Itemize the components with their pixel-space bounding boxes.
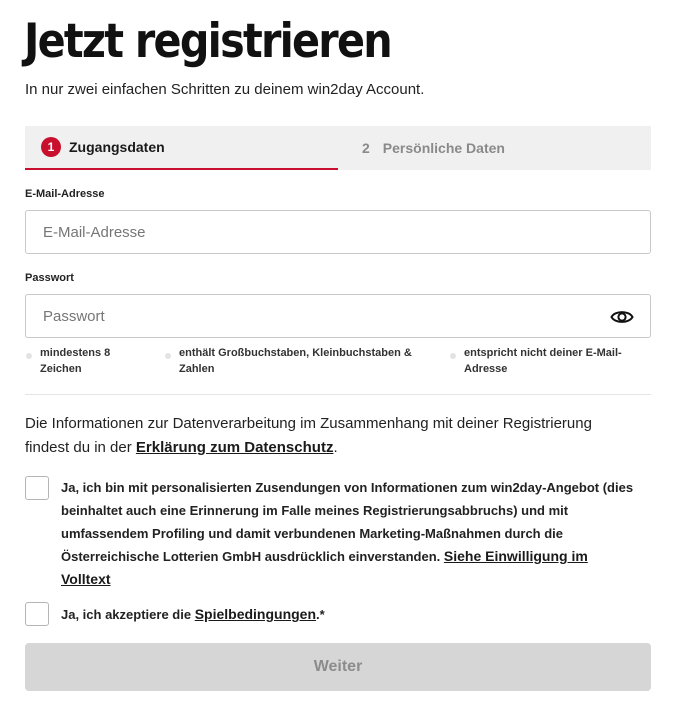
rule-status-dot [165, 353, 171, 359]
consent-fulltext-link-cont[interactable]: Volltext [61, 571, 111, 587]
marketing-consent-checkbox[interactable] [25, 476, 49, 500]
password-field-wrapper [25, 294, 651, 338]
step-number-badge: 1 [41, 137, 61, 157]
password-rule-length: mindestens 8 Zeichen [26, 345, 160, 377]
page-subtitle: In nur zwei einfachen Schritten zu deine… [25, 81, 425, 98]
password-rules: mindestens 8 Zeichen enthält Großbuchstab… [25, 345, 651, 385]
email-field-wrapper [25, 210, 651, 254]
privacy-policy-link[interactable]: Erklärung zum Datenschutz [136, 439, 334, 456]
step-zugangsdaten[interactable]: 1 Zugangsdaten [25, 126, 338, 170]
divider [25, 394, 651, 395]
marketing-consent-text: Ja, ich bin mit personalisierten Zusendu… [61, 480, 634, 587]
password-field[interactable] [43, 295, 650, 337]
step-number: 2 [362, 140, 370, 156]
continue-button[interactable]: Weiter [25, 643, 651, 691]
email-label: E-Mail-Adresse [25, 188, 105, 200]
step-persoenliche-daten[interactable]: 2 Persönliche Daten [338, 126, 651, 170]
rule-status-dot [26, 353, 32, 359]
password-label: Passwort [25, 272, 74, 284]
step-label: Zugangsdaten [69, 139, 165, 155]
registration-stepper: 1 Zugangsdaten 2 Persönliche Daten [25, 126, 651, 170]
terms-consent-checkbox[interactable] [25, 602, 49, 626]
eye-icon[interactable] [610, 306, 634, 328]
step-label: Persönliche Daten [382, 140, 505, 156]
terms-consent-text: Ja, ich akzeptiere die Spielbedingungen.… [61, 606, 325, 622]
page-title: Jetzt registrieren [24, 14, 393, 69]
privacy-info: Die Informationen zur Datenverarbeitung … [25, 415, 592, 456]
rule-status-dot [450, 353, 456, 359]
password-rule-characters: enthält Großbuchstaben, Kleinbuchstaben … [165, 345, 449, 377]
password-rule-not-email: entspricht nicht deiner E-Mail- Adresse [450, 345, 654, 377]
terms-link[interactable]: Spielbedingungen [195, 606, 316, 622]
consent-fulltext-link[interactable]: Siehe Einwilligung im [444, 548, 588, 564]
email-field[interactable] [43, 211, 650, 253]
